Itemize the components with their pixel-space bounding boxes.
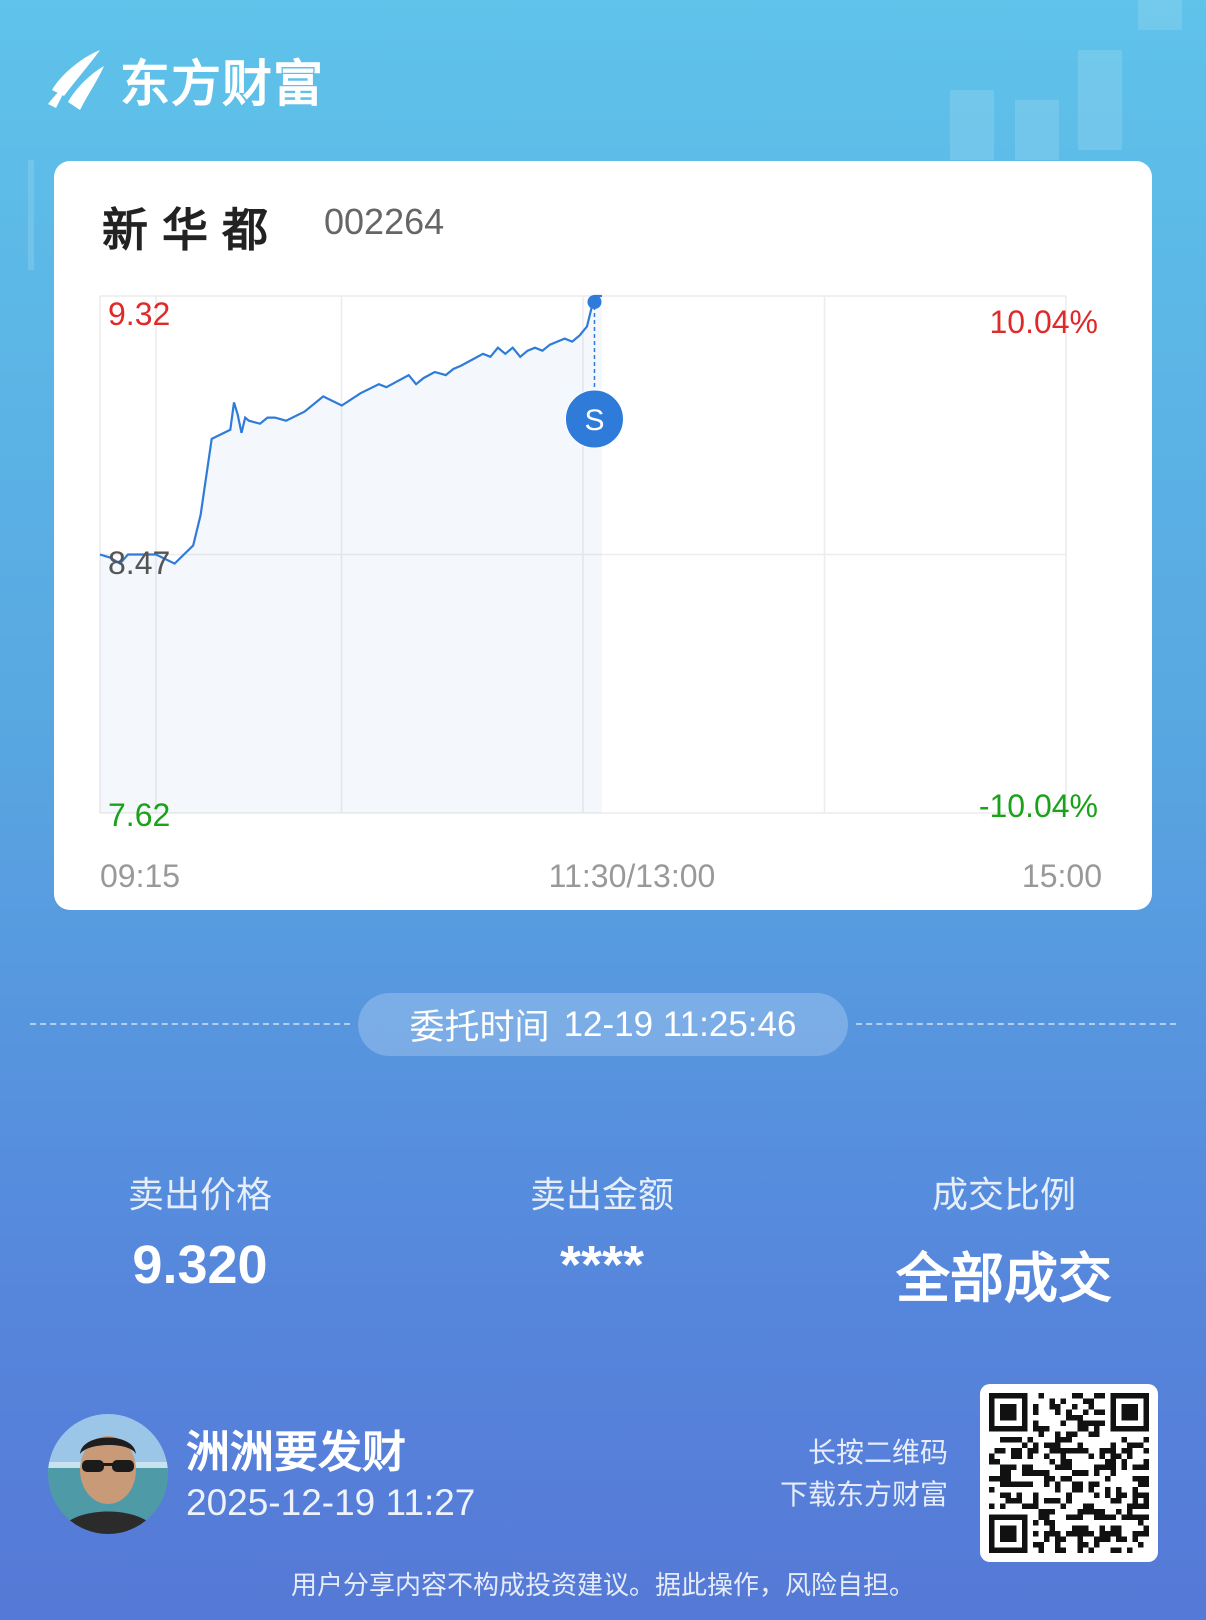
stat-label: 成交比例: [931, 1175, 1076, 1216]
brand-name: 东方财富: [120, 55, 324, 113]
qr-code-icon: [989, 1393, 1149, 1553]
qr-code[interactable]: [980, 1384, 1158, 1562]
stock-card: 新华都 002264 S 9.32 8.47 7.62 10.04% -10.0…: [54, 161, 1152, 910]
x-tick-label-midday: 11:30/13:00: [549, 858, 716, 894]
order-time-value: 12-19 11:25:46: [563, 1004, 797, 1044]
background-candle-decoration: [950, 90, 994, 160]
stat-value: 全部成交: [896, 1249, 1112, 1309]
stat-value: 9.320: [132, 1235, 268, 1295]
background-candle-decoration: [1015, 100, 1059, 160]
stat-label: 卖出价格: [127, 1175, 272, 1216]
y-label-high: 9.32: [108, 296, 170, 332]
eastmoney-logo-icon: [48, 50, 104, 110]
disclaimer: 用户分享内容不构成投资建议。据此操作，风险自担。: [290, 1571, 915, 1601]
share-timestamp: 2025-12-19 11:27: [186, 1482, 476, 1523]
avatar[interactable]: [48, 1414, 168, 1534]
brand-logo: 东方财富: [46, 44, 324, 116]
order-time-label: 委托时间: [409, 1008, 550, 1047]
sell-point-dot: [587, 295, 602, 309]
intraday-chart: S 9.32 8.47 7.62 10.04% -10.04% 09:15 11…: [99, 294, 1102, 894]
y-label-low: 7.62: [108, 797, 170, 833]
y-label-mid: 8.47: [108, 545, 170, 581]
background-candle-decoration: [1138, 0, 1182, 30]
user-photo: [48, 1414, 168, 1534]
sell-marker-badge[interactable]: S: [564, 389, 624, 449]
pct-label-high: 10.04%: [989, 304, 1098, 340]
qr-hint: 长按二维码 下载东方财富: [780, 1432, 948, 1516]
username: 洲洲要发财: [186, 1427, 406, 1478]
order-time-pill: 委托时间 12-19 11:25:46: [358, 993, 848, 1056]
x-tick-label-close: 15:00: [1022, 858, 1102, 894]
pct-label-low: -10.04%: [979, 788, 1098, 824]
background-candle-decoration: [28, 160, 34, 270]
qr-hint-line1: 长按二维码: [807, 1436, 948, 1469]
x-tick-label-open: 09:15: [100, 858, 180, 894]
stat-sell-amount: 卖出金额 ****: [442, 1166, 762, 1296]
qr-hint-line2: 下载东方财富: [779, 1478, 948, 1511]
stat-value: ****: [559, 1235, 645, 1295]
stat-fill-ratio: 成交比例 全部成交: [844, 1166, 1164, 1313]
stat-label: 卖出金额: [529, 1175, 674, 1216]
background-candle-decoration: [1078, 50, 1122, 150]
sell-marker-label: S: [584, 404, 604, 437]
stat-sell-price: 卖出价格 9.320: [40, 1166, 360, 1296]
separator-right: [856, 1023, 1176, 1025]
separator-left: [30, 1023, 350, 1025]
